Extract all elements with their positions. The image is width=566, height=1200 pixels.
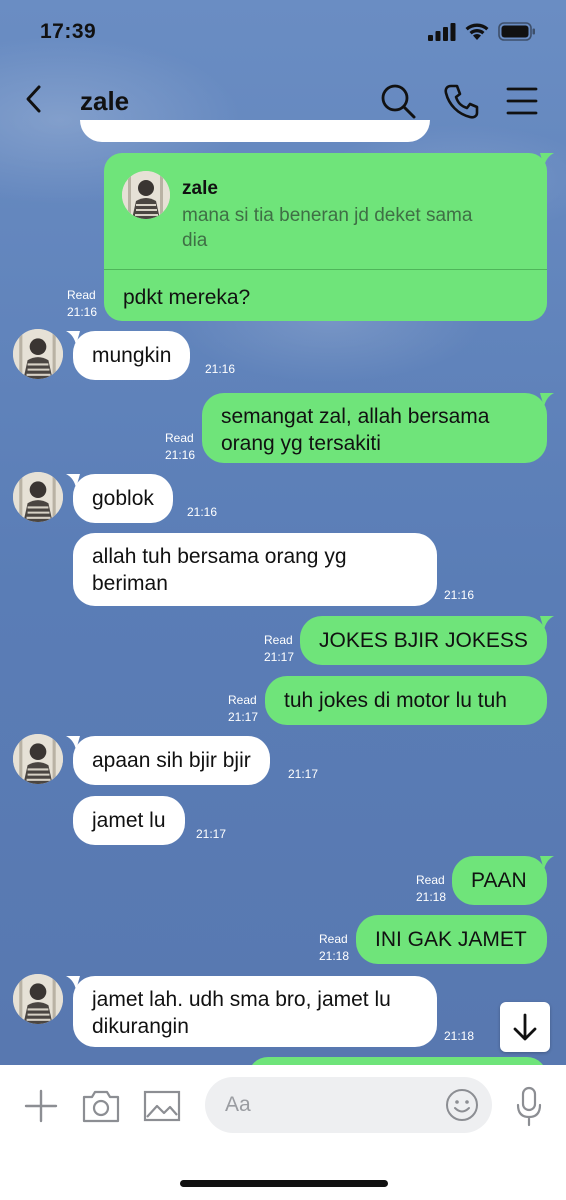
read-receipt: Read bbox=[67, 288, 96, 302]
quoted-author: zale bbox=[182, 178, 218, 199]
image-icon[interactable] bbox=[142, 1087, 182, 1125]
status-bar: 17:39 bbox=[0, 0, 566, 60]
message-text-line1: allah tuh bersama orang yg bbox=[92, 545, 347, 568]
message-bubble[interactable]: tuh jokes di motor lu tuh bbox=[265, 676, 547, 725]
message-bubble[interactable]: PAAN bbox=[452, 856, 547, 905]
message-text: JOKES BJIR JOKESS bbox=[319, 629, 528, 652]
signal-icon bbox=[428, 22, 456, 41]
message-bubble[interactable]: semangat zal, allah bersama orang yg ter… bbox=[202, 393, 547, 463]
input-bar: Aa bbox=[0, 1065, 566, 1200]
chat-title: zale bbox=[80, 86, 130, 116]
message-list[interactable]: zale mana si tia beneran jd deket sama d… bbox=[0, 120, 566, 1065]
message-bubble-partial[interactable] bbox=[248, 1057, 547, 1065]
message-bubble[interactable]: goblok bbox=[73, 474, 173, 523]
quoted-text-line1: mana si tia beneran jd deket sama bbox=[182, 205, 473, 226]
read-receipt: Read bbox=[264, 633, 293, 647]
message-text: jamet lu bbox=[92, 809, 166, 832]
plus-icon[interactable] bbox=[22, 1087, 60, 1125]
message-time: 21:16 bbox=[205, 362, 236, 376]
message-bubble[interactable]: allah tuh bersama orang yg beriman bbox=[73, 533, 437, 606]
menu-icon[interactable] bbox=[502, 81, 542, 121]
read-receipt: Read bbox=[165, 431, 194, 445]
contact-avatar[interactable] bbox=[13, 329, 63, 379]
message-text-line2: orang yg tersakiti bbox=[221, 432, 381, 455]
reply-message-bubble[interactable]: zale mana si tia beneran jd deket sama d… bbox=[104, 153, 547, 321]
message-bubble[interactable]: mungkin bbox=[73, 331, 191, 380]
message-bubble-partial[interactable] bbox=[80, 120, 430, 142]
contact-avatar[interactable] bbox=[13, 734, 63, 784]
message-input[interactable]: Aa bbox=[205, 1077, 492, 1133]
message-text: tuh jokes di motor lu tuh bbox=[284, 689, 507, 712]
message-time: 21:16 bbox=[444, 588, 475, 602]
read-receipt: Read bbox=[228, 693, 257, 707]
status-time: 17:39 bbox=[40, 20, 97, 43]
message-text-line2: dikurangin bbox=[92, 1015, 189, 1038]
microphone-icon[interactable] bbox=[512, 1085, 546, 1127]
bubble-tail bbox=[540, 393, 554, 407]
quoted-text-line2: dia bbox=[182, 230, 208, 251]
message-time: 21:16 bbox=[165, 448, 196, 462]
message-text: goblok bbox=[92, 487, 154, 510]
person-photo-icon bbox=[13, 974, 63, 1024]
message-text-line1: jamet lah. udh sma bro, jamet lu bbox=[92, 988, 391, 1011]
message-bubble[interactable]: INI GAK JAMET bbox=[356, 915, 547, 964]
phone-icon[interactable] bbox=[441, 81, 481, 121]
message-time: 21:17 bbox=[196, 827, 227, 841]
bubble-tail bbox=[540, 616, 554, 630]
contact-avatar[interactable] bbox=[13, 974, 63, 1024]
message-bubble[interactable]: JOKES BJIR JOKESS bbox=[300, 616, 547, 665]
reply-text: pdkt mereka? bbox=[123, 286, 251, 309]
person-photo-icon bbox=[13, 472, 63, 522]
quoted-avatar bbox=[122, 171, 170, 219]
message-time: 21:16 bbox=[187, 505, 218, 519]
wifi-icon bbox=[465, 23, 489, 40]
emoji-icon[interactable] bbox=[444, 1087, 480, 1123]
camera-icon[interactable] bbox=[80, 1087, 122, 1125]
bubble-tail bbox=[540, 856, 554, 870]
battery-icon bbox=[498, 22, 535, 41]
message-time: 21:17 bbox=[288, 767, 319, 781]
message-text: PAAN bbox=[471, 869, 527, 892]
quote-divider bbox=[104, 269, 547, 270]
person-photo-icon bbox=[122, 171, 170, 219]
message-text: apaan sih bjir bjir bbox=[92, 749, 251, 772]
message-text-line2: beriman bbox=[92, 572, 168, 595]
contact-avatar[interactable] bbox=[13, 472, 63, 522]
message-time: 21:18 bbox=[444, 1029, 475, 1043]
read-receipt: Read bbox=[416, 873, 445, 887]
message-time: 21:17 bbox=[228, 710, 259, 724]
person-photo-icon bbox=[13, 329, 63, 379]
message-text: mungkin bbox=[92, 344, 172, 367]
message-input-placeholder: Aa bbox=[225, 1093, 251, 1116]
home-indicator bbox=[180, 1180, 388, 1187]
back-icon[interactable] bbox=[20, 81, 50, 117]
message-time: 21:18 bbox=[319, 949, 350, 963]
message-bubble[interactable]: jamet lah. udh sma bro, jamet lu dikuran… bbox=[73, 976, 437, 1047]
message-text-line1: semangat zal, allah bersama bbox=[221, 405, 490, 428]
message-bubble[interactable]: jamet lu bbox=[73, 796, 185, 845]
scroll-to-bottom-button[interactable] bbox=[500, 1002, 550, 1052]
message-time: 21:16 bbox=[67, 305, 98, 319]
person-photo-icon bbox=[13, 734, 63, 784]
message-text: INI GAK JAMET bbox=[375, 928, 527, 951]
search-icon[interactable] bbox=[378, 81, 418, 121]
message-time: 21:17 bbox=[264, 650, 295, 664]
message-bubble[interactable]: apaan sih bjir bjir bbox=[73, 736, 270, 785]
message-time: 21:18 bbox=[416, 890, 447, 904]
bubble-tail bbox=[540, 153, 554, 167]
arrow-down-icon bbox=[513, 1013, 537, 1041]
read-receipt: Read bbox=[319, 932, 348, 946]
